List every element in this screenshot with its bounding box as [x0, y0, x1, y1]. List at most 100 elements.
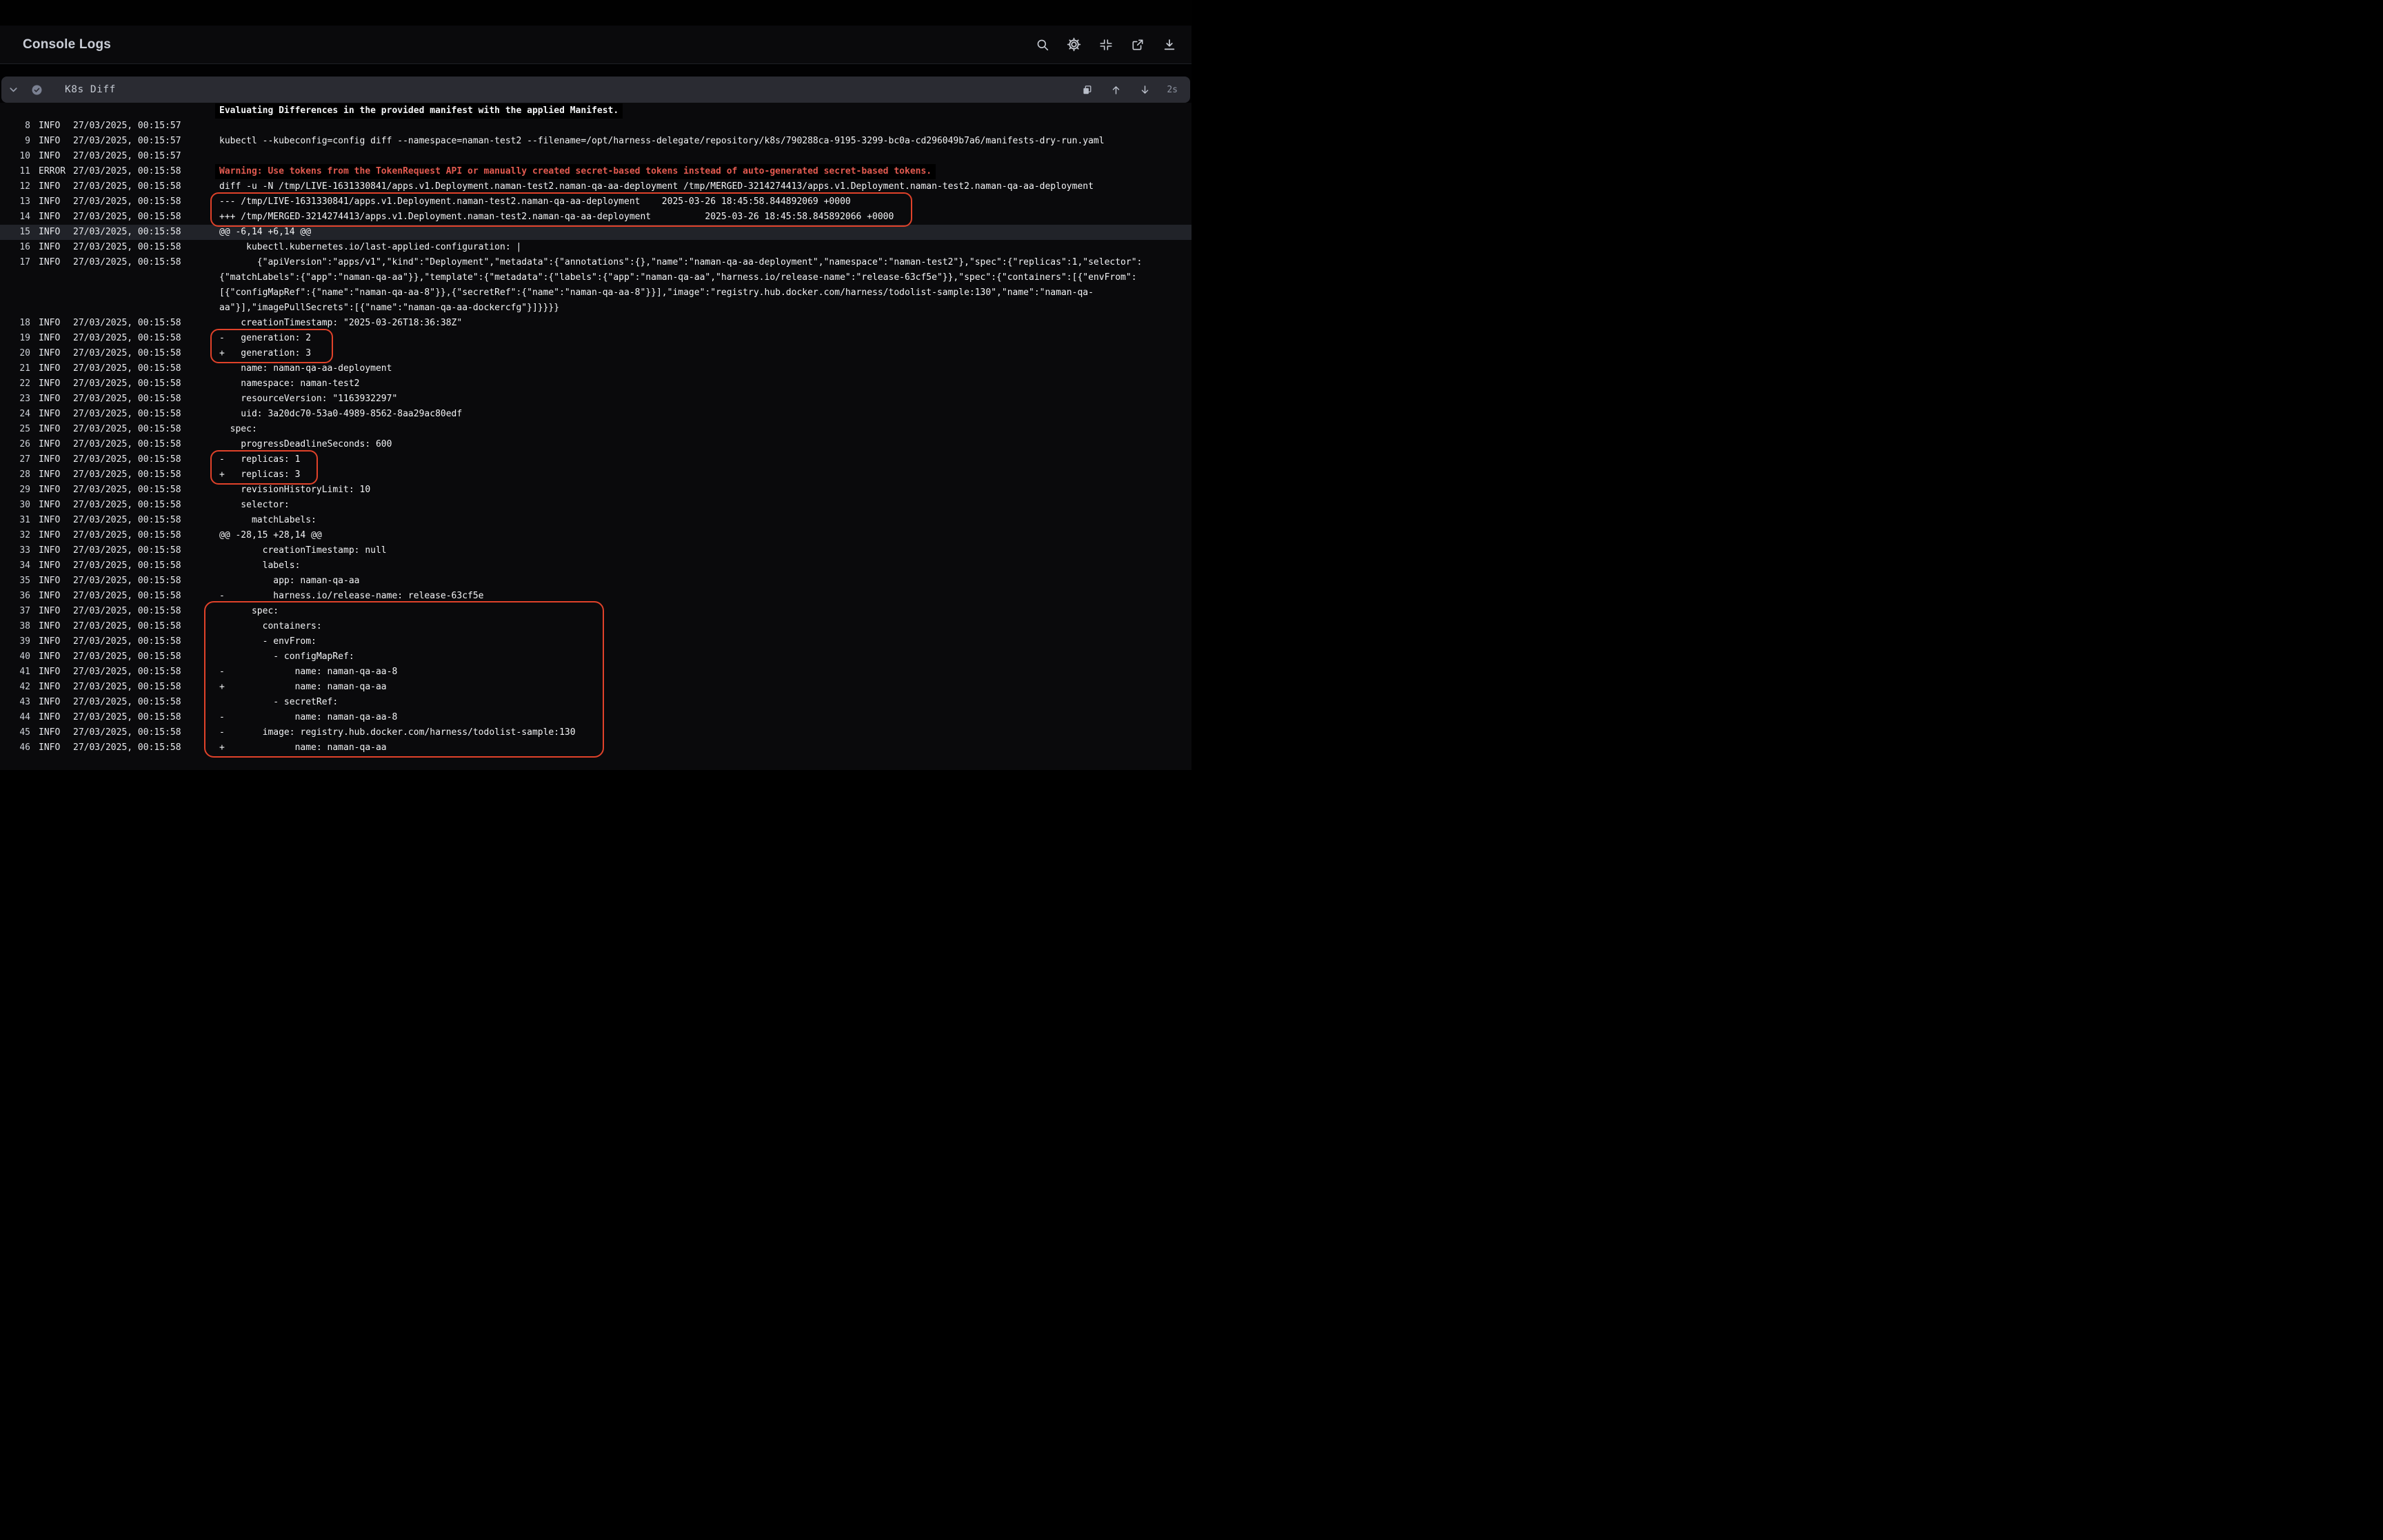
open-in-new-tab-button[interactable] [1130, 37, 1145, 52]
scroll-to-top-button[interactable] [1109, 83, 1123, 97]
log-row: 11ERROR27/03/2025, 00:15:58Warning: Use … [0, 164, 1192, 179]
log-row: 45INFO27/03/2025, 00:15:58- image: regis… [0, 725, 1192, 740]
log-row: Evaluating Differences in the provided m… [0, 103, 1192, 119]
collapse-icon [1099, 38, 1113, 52]
log-timestamp: 27/03/2025, 00:15:58 [73, 194, 181, 210]
log-level: INFO [39, 695, 60, 710]
log-output-panel: Evaluating Differences in the provided m… [0, 103, 1192, 770]
settings-button[interactable] [1067, 37, 1081, 52]
line-number: 45 [0, 725, 30, 740]
line-number: 15 [0, 225, 30, 240]
window-top-strip [0, 0, 1192, 26]
line-number: 34 [0, 558, 30, 574]
line-number: 24 [0, 407, 30, 422]
log-timestamp: 27/03/2025, 00:15:58 [73, 665, 181, 680]
log-timestamp: 27/03/2025, 00:15:58 [73, 483, 181, 498]
log-level: INFO [39, 634, 60, 649]
log-row: 28INFO27/03/2025, 00:15:58+ replicas: 3 [0, 467, 1192, 483]
log-level: INFO [39, 149, 60, 164]
log-message: spec: [219, 422, 257, 437]
log-row: 35INFO27/03/2025, 00:15:58 app: naman-qa… [0, 574, 1192, 589]
log-timestamp: 27/03/2025, 00:15:57 [73, 134, 181, 149]
log-row: aa"}],"imagePullSecrets":[{"name":"naman… [0, 301, 1192, 316]
log-level: INFO [39, 210, 60, 225]
download-logs-button[interactable] [1162, 37, 1176, 52]
log-timestamp: 27/03/2025, 00:15:58 [73, 725, 181, 740]
log-timestamp: 27/03/2025, 00:15:58 [73, 331, 181, 346]
line-number: 11 [0, 164, 30, 179]
log-row: 10INFO27/03/2025, 00:15:57 [0, 149, 1192, 164]
copy-logs-button[interactable] [1080, 83, 1094, 97]
log-timestamp: 27/03/2025, 00:15:58 [73, 346, 181, 361]
gear-icon [1067, 37, 1081, 52]
log-message: - generation: 2 [219, 331, 311, 346]
line-number: 30 [0, 498, 30, 513]
log-timestamp: 27/03/2025, 00:15:58 [73, 634, 181, 649]
log-message: - image: registry.hub.docker.com/harness… [219, 725, 576, 740]
log-timestamp: 27/03/2025, 00:15:58 [73, 407, 181, 422]
log-row: 34 INFO 27/03/2025, 00:15:58 labels: [0, 558, 1192, 574]
log-message: - envFrom: [219, 634, 316, 649]
log-row: 22INFO27/03/2025, 00:15:58 namespace: na… [0, 376, 1192, 392]
log-row: 19 INFO 27/03/2025, 00:15:58 - generation: … [0, 331, 1192, 346]
collapse-button[interactable] [1098, 37, 1113, 52]
line-number: 9 [0, 134, 30, 149]
log-timestamp: 27/03/2025, 00:15:58 [73, 513, 181, 528]
log-row: 32INFO27/03/2025, 00:15:58@@ -28,15 +28,… [0, 528, 1192, 543]
console-logs-header: Console Logs [0, 26, 1192, 64]
log-level: INFO [39, 331, 60, 346]
log-row: 21INFO27/03/2025, 00:15:58 name: naman-q… [0, 361, 1192, 376]
log-message: [{"configMapRef":{"name":"naman-qa-aa-8"… [219, 285, 1094, 301]
log-level: INFO [39, 558, 60, 574]
log-row: 27INFO27/03/2025, 00:15:58- replicas: 1 [0, 452, 1192, 467]
line-number: 42 [0, 680, 30, 695]
log-timestamp: 27/03/2025, 00:15:58 [73, 619, 181, 634]
line-number: 46 [0, 740, 30, 756]
log-message: + generation: 3 [219, 346, 311, 361]
log-timestamp: 27/03/2025, 00:15:58 [73, 210, 181, 225]
log-level: INFO [39, 483, 60, 498]
log-level: INFO [39, 467, 60, 483]
log-timestamp: 27/03/2025, 00:15:58 [73, 680, 181, 695]
log-timestamp: 27/03/2025, 00:15:58 [73, 589, 181, 604]
line-number: 35 [0, 574, 30, 589]
log-level: INFO [39, 680, 60, 695]
log-message: @@ -6,14 +6,14 @@ [219, 225, 311, 240]
line-number: 31 [0, 513, 30, 528]
line-number: 14 [0, 210, 30, 225]
log-timestamp: 27/03/2025, 00:15:58 [73, 240, 181, 255]
log-timestamp: 27/03/2025, 00:15:58 [73, 710, 181, 725]
arrow-up-icon [1110, 84, 1122, 96]
log-row: 33INFO27/03/2025, 00:15:58 creationTimes… [0, 543, 1192, 558]
log-timestamp: 27/03/2025, 00:15:58 [73, 179, 181, 194]
log-message: + replicas: 3 [219, 467, 300, 483]
search-button[interactable] [1035, 37, 1049, 52]
log-row: 26INFO27/03/2025, 00:15:58 progressDeadl… [0, 437, 1192, 452]
log-row: 29INFO27/03/2025, 00:15:58 revisionHisto… [0, 483, 1192, 498]
step-log-section-header[interactable]: K8s Diff 2s [1, 77, 1190, 103]
log-timestamp: 27/03/2025, 00:15:58 [73, 695, 181, 710]
log-row: 20INFO27/03/2025, 00:15:58+ generation: … [0, 346, 1192, 361]
external-link-icon [1131, 38, 1145, 52]
scroll-to-bottom-button[interactable] [1138, 83, 1152, 97]
log-row: 44INFO27/03/2025, 00:15:58- name: naman-… [0, 710, 1192, 725]
log-row: 23INFO27/03/2025, 00:15:58 resourceVersi… [0, 392, 1192, 407]
log-timestamp: 27/03/2025, 00:15:58 [73, 437, 181, 452]
log-message: namespace: naman-test2 [219, 376, 360, 392]
log-timestamp: 27/03/2025, 00:15:58 [73, 255, 181, 270]
log-timestamp: 27/03/2025, 00:15:58 [73, 558, 181, 574]
log-row: 37INFO27/03/2025, 00:15:58 spec: [0, 604, 1192, 619]
line-number: 19 [0, 331, 30, 346]
line-number: 28 [0, 467, 30, 483]
section-collapse-toggle[interactable] [8, 85, 19, 95]
log-message: creationTimestamp: "2025-03-26T18:36:38Z… [219, 316, 462, 331]
line-number: 27 [0, 452, 30, 467]
log-message: --- /tmp/LIVE-1631330841/apps.v1.Deploym… [219, 194, 851, 210]
log-message: creationTimestamp: null [219, 543, 387, 558]
log-level: INFO [39, 574, 60, 589]
log-level: INFO [39, 740, 60, 756]
line-number: 39 [0, 634, 30, 649]
log-timestamp: 27/03/2025, 00:15:58 [73, 498, 181, 513]
log-message: labels: [219, 558, 300, 574]
log-message: + name: naman-qa-aa [219, 740, 387, 756]
